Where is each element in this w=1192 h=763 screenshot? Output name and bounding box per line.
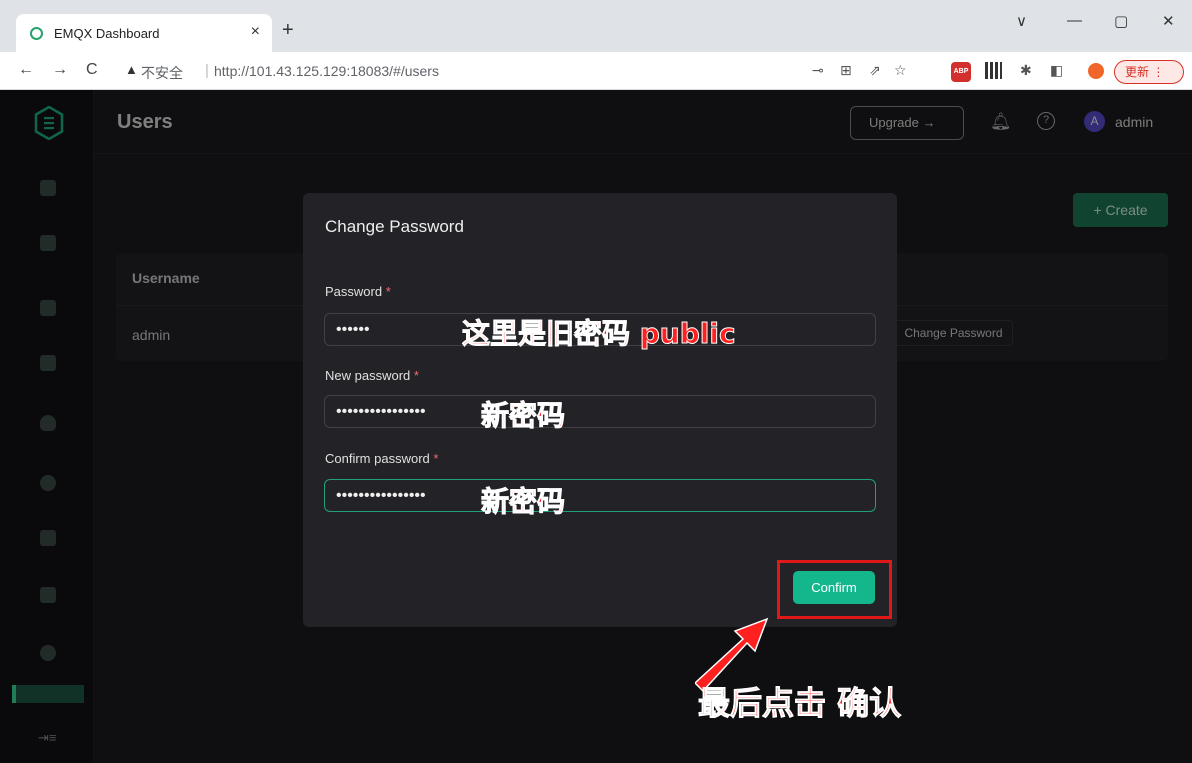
qr-code-icon[interactable] (985, 62, 1002, 79)
sidebar-panel-icon[interactable]: ◧ (1050, 62, 1063, 79)
minimize-button[interactable]: — (1067, 12, 1082, 29)
security-warning: 不安全 (141, 65, 183, 81)
dialog-title: Change Password (325, 217, 464, 236)
new-tab-button[interactable]: + (282, 20, 294, 40)
tab-search-icon[interactable]: ∨ (1016, 12, 1027, 30)
annotation-highlight-box (777, 560, 892, 619)
new-password-label: New password * (325, 368, 419, 383)
url-text[interactable]: http://101.43.125.129:18083/#/users (214, 63, 439, 79)
browser-tab-bar: EMQX Dashboard × + ∨ — ▢ ✕ (0, 0, 1192, 52)
extensions-icon[interactable]: ✱ (1020, 62, 1032, 79)
close-window-button[interactable]: ✕ (1162, 12, 1175, 30)
annotation-old-password: 这里是旧密码 public (462, 317, 737, 351)
maximize-button[interactable]: ▢ (1114, 12, 1128, 30)
tab-close-icon[interactable]: × (251, 23, 260, 41)
share-icon[interactable]: ⇗ (869, 62, 881, 79)
bookmark-star-icon[interactable]: ☆ (894, 62, 907, 79)
annotation-confirm-password: 新密码 (480, 485, 566, 519)
url-separator: | (205, 62, 209, 79)
adblock-icon[interactable]: ABP (951, 62, 971, 82)
back-button[interactable]: ← (18, 61, 34, 79)
confirm-password-input[interactable]: •••••••••••••••• (324, 479, 876, 512)
key-icon[interactable]: ⊸ (812, 62, 824, 79)
tab-title: EMQX Dashboard (54, 26, 160, 41)
extension-icon[interactable] (1088, 63, 1104, 79)
password-label: Password * (325, 284, 391, 299)
update-button[interactable]: 更新 ⋮ (1114, 60, 1184, 84)
emqx-favicon-icon (30, 27, 43, 40)
translate-icon[interactable]: ⊞ (840, 62, 852, 79)
address-bar[interactable]: ▲ 不安全 | http://101.43.125.129:18083/#/us… (115, 57, 815, 85)
reload-button[interactable]: C (86, 61, 98, 79)
annotation-final-click: 最后点击 确认 (697, 684, 902, 723)
browser-tab[interactable]: EMQX Dashboard × (16, 14, 272, 52)
browser-toolbar: ← → C ▲ 不安全 | http://101.43.125.129:1808… (0, 52, 1192, 90)
warning-icon: ▲ (125, 62, 138, 77)
forward-button[interactable]: → (52, 61, 68, 79)
annotation-new-password: 新密码 (480, 399, 566, 433)
new-password-input[interactable]: •••••••••••••••• (324, 395, 876, 428)
confirm-password-label: Confirm password * (325, 451, 439, 466)
